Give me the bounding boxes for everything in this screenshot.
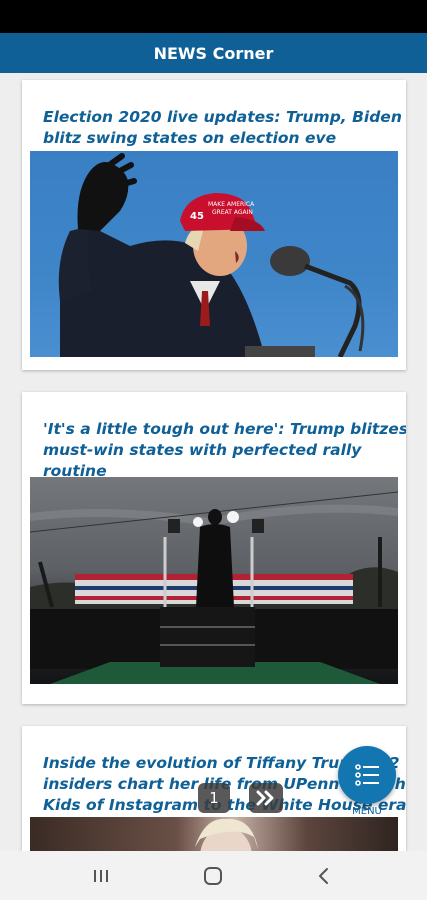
back-button[interactable]	[294, 851, 354, 900]
double-chevron-right-icon	[256, 790, 274, 806]
svg-text:45: 45	[190, 211, 204, 222]
menu-label: MENU	[352, 806, 382, 817]
status-bar	[0, 0, 427, 33]
rally-stage-photo	[30, 491, 398, 684]
article-image[interactable]	[30, 817, 398, 851]
list-menu-icon	[355, 764, 379, 786]
article-image[interactable]: 45 MAKE AMERICA GREAT AGAIN	[30, 151, 398, 357]
article-card[interactable]: 'It's a little tough out here': Trump bl…	[22, 392, 406, 704]
svg-text:GREAT AGAIN: GREAT AGAIN	[212, 209, 253, 216]
home-icon	[204, 866, 222, 885]
recent-apps-icon	[94, 869, 108, 882]
article-title[interactable]: 'It's a little tough out here': Trump bl…	[43, 419, 406, 482]
current-page-number: 1	[209, 789, 219, 807]
svg-text:MAKE AMERICA: MAKE AMERICA	[208, 201, 255, 208]
app-bar: NEWS Corner	[0, 33, 427, 73]
tiffany-trump-photo	[195, 818, 258, 851]
news-feed[interactable]: Election 2020 live updates: Trump, Biden…	[0, 73, 427, 851]
recent-apps-button[interactable]	[71, 851, 131, 900]
trump-speaking-rally-photo: 45 MAKE AMERICA GREAT AGAIN	[58, 153, 365, 357]
app-title: NEWS Corner	[153, 43, 274, 63]
next-page-button[interactable]	[249, 783, 283, 813]
article-title[interactable]: Election 2020 live updates: Trump, Biden…	[43, 107, 406, 149]
article-card[interactable]: Election 2020 live updates: Trump, Biden…	[22, 80, 406, 370]
page-indicator: 1	[198, 783, 230, 813]
article-image[interactable]	[30, 477, 398, 684]
back-icon	[319, 867, 328, 884]
menu-fab-button[interactable]	[338, 746, 396, 804]
system-nav-bar	[0, 851, 427, 900]
home-button[interactable]	[183, 851, 243, 900]
